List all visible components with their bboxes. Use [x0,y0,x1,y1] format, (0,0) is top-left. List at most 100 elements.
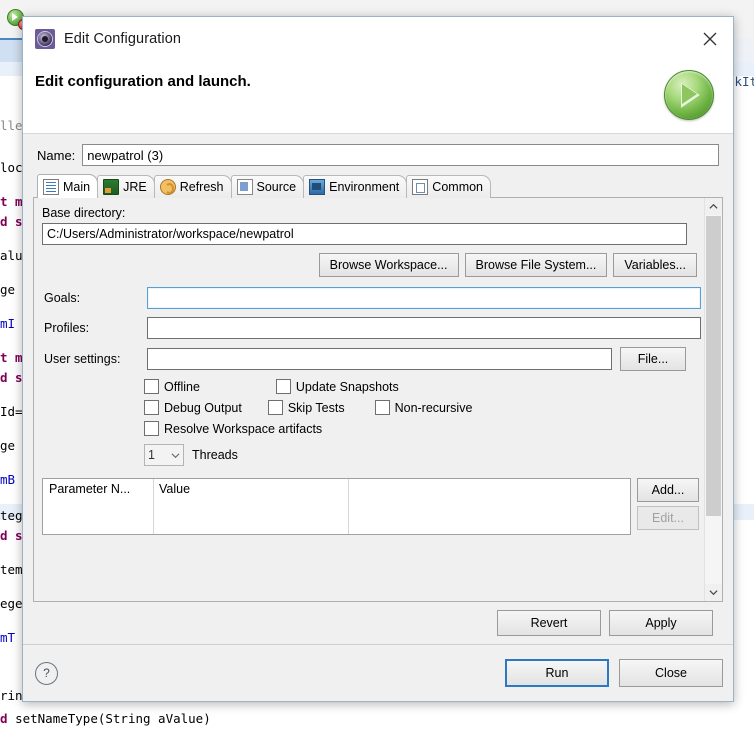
tab-bar: Main JRE Refresh Source Environment Common [33,174,723,198]
ide-code-line: lle [0,118,23,133]
ide-code-line: t m [0,350,23,365]
ide-code-token: mB [0,472,16,487]
ide-code-line: mT [0,630,15,645]
ide-code-line: loc [0,160,23,175]
dialog-header: Edit configuration and launch. [23,61,733,134]
tab-label: JRE [123,180,147,194]
tab-refresh[interactable]: Refresh [153,175,232,198]
page-title: Edit configuration and launch. [35,73,251,90]
environment-icon [309,179,326,195]
checkbox-offline[interactable]: Offline [144,379,200,394]
edit-configuration-dialog: Edit Configuration Edit configuration an… [22,16,734,702]
parameter-table-wrap: Parameter N... Value Add... Edit... [42,478,699,535]
threads-dropdown[interactable]: 1 [144,444,184,466]
tab-source[interactable]: Source [230,175,305,198]
apply-bar: Revert Apply [33,602,723,644]
ide-code-token: teg [0,508,23,523]
tab-label: Environment [329,180,400,194]
profiles-input[interactable] [147,317,701,339]
ide-code-line: rin [0,688,23,703]
field-row: User settings: File... [40,347,701,371]
table-edit-button: Edit... [637,506,699,530]
checkbox-box[interactable] [267,400,283,415]
chevron-down-icon[interactable] [705,584,722,601]
dialog-body: Name: Main JRE Refresh Source Environment Com… [23,134,733,701]
close-button[interactable]: Close [619,659,723,687]
checkbox-group: Offline Update Snapshots Debug Output Skip … [144,379,701,436]
scrollbar-thumb[interactable] [706,216,721,516]
checkbox-label: Resolve Workspace artifacts [164,421,323,436]
checkbox-box[interactable] [144,379,159,394]
checkbox-debug-output[interactable]: Debug Output [144,400,242,415]
main-tab-scrollbar[interactable] [704,198,722,601]
ide-code-token: d s [0,528,23,543]
tab-jre[interactable]: JRE [97,175,155,198]
name-input[interactable] [82,144,719,166]
tab-label: Main [63,179,91,194]
parameter-table[interactable]: Parameter N... Value [42,478,631,535]
dialog-footer: ? Run Close [23,645,733,701]
table-column-header[interactable]: Parameter N... [43,482,153,496]
close-icon[interactable] [695,24,725,54]
tab-environment[interactable]: Environment [303,175,408,198]
ide-code-line: ge [0,438,15,453]
user-settings-input[interactable] [147,348,612,370]
ide-code-signature: setNameType(String aValue) [15,711,211,726]
ide-code-token: Id= [0,404,23,419]
browse-button-browse-file-system[interactable]: Browse File System... [464,253,608,277]
browse-button-browse-workspace[interactable]: Browse Workspace... [318,253,459,277]
table-column-header[interactable]: Value [153,482,348,496]
goals-input[interactable] [147,287,701,309]
tab-main[interactable]: Main [37,174,99,198]
source-icon [236,179,253,195]
ide-code-line: t m [0,194,23,209]
tab-common[interactable]: Common [406,175,492,198]
checkbox-box[interactable] [144,400,159,415]
field-label: Profiles: [44,321,90,335]
chevron-up-icon[interactable] [705,198,722,215]
ide-code-line: alu [0,248,23,263]
run-button[interactable]: Run [505,659,609,687]
browse-buttons-row: Browse Workspace... Browse File System...… [40,253,697,277]
apply-button[interactable]: Apply [609,610,713,636]
ide-code-token: alu [0,248,23,263]
ide-code-token: t m [0,194,23,209]
user-settings-file-button[interactable]: File... [620,347,686,371]
checkbox-non-recursive[interactable]: Non-recursive [374,400,472,415]
ide-code-token: loc [0,160,23,175]
checkbox-label: Skip Tests [287,400,345,415]
ide-code-line: teg [0,508,23,523]
checkbox-box[interactable] [275,379,291,394]
ide-code-token: d s [0,214,23,229]
help-icon[interactable]: ? [35,661,58,685]
tab-panel-main: Base directory: Browse Workspace...Brows… [33,197,723,602]
ide-code-token: ge [0,282,16,297]
checkbox-skip-tests[interactable]: Skip Tests [267,400,345,415]
ide-code-line: ege [0,596,23,611]
ide-code-token: mT [0,630,16,645]
revert-button[interactable]: Revert [497,610,601,636]
ide-code-token: rin [0,688,23,703]
ide-code-line: ge [0,282,15,297]
ide-code-line: mI [0,316,15,331]
checkbox-row: Offline Update Snapshots [144,379,701,394]
field-grid: Goals: Profiles: User settings: File... [40,287,701,371]
ide-code-line: mB [0,472,15,487]
ide-code-bottom-line: d setNameType(String aValue) [0,711,211,726]
checkbox-box[interactable] [374,400,390,415]
refresh-icon [159,179,176,195]
name-row: Name: [37,144,723,166]
checkbox-row: Debug Output Skip Tests Non-recursive [144,400,701,415]
name-label: Name: [37,147,76,163]
base-directory-label: Base directory: [42,206,126,220]
checkbox-box[interactable] [144,421,159,436]
footer-buttons: Run Close [495,659,723,687]
browse-button-variables[interactable]: Variables... [613,253,697,277]
threads-value: 1 [148,448,155,462]
checkbox-resolve-workspace-artifacts[interactable]: Resolve Workspace artifacts [144,421,322,436]
table-add-button[interactable]: Add... [637,478,699,502]
chevron-down-icon [171,452,180,458]
checkbox-update-snapshots[interactable]: Update Snapshots [275,379,399,394]
base-directory-input[interactable] [42,223,687,245]
tab-label: Refresh [179,180,224,194]
